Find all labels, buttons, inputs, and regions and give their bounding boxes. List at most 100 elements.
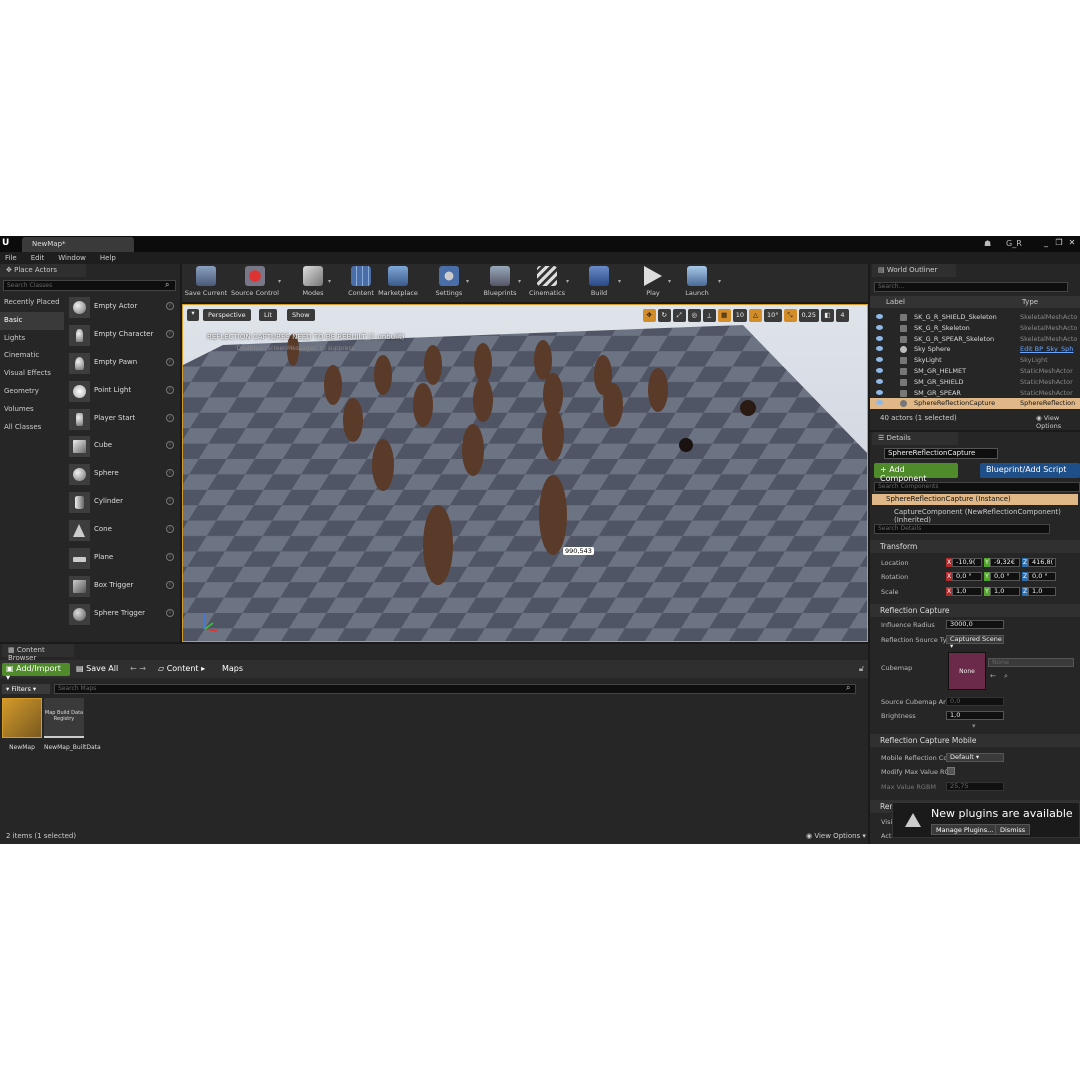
- actor-item-empty-actor[interactable]: Empty Actor i: [66, 294, 180, 322]
- rotation-snap-value[interactable]: 10°: [763, 309, 782, 322]
- add-import-button[interactable]: ▣ Add/Import ▾: [2, 663, 70, 682]
- location-z-field[interactable]: 416,8(: [1028, 558, 1056, 567]
- close-button[interactable]: ✕: [1066, 237, 1078, 249]
- scale-icon[interactable]: ⤢: [672, 309, 686, 322]
- influence-radius-field[interactable]: 3000,0: [946, 620, 1004, 629]
- reflection-capture-mobile-section-header[interactable]: Reflection Capture Mobile: [870, 734, 1080, 747]
- build-button[interactable]: Build: [586, 266, 612, 300]
- cubemap-dropdown[interactable]: None: [988, 658, 1074, 667]
- actor-item-point-light[interactable]: Point Light i: [66, 378, 180, 406]
- camera-speed-value[interactable]: 4: [836, 309, 849, 322]
- capture-component-row[interactable]: CaptureComponent (NewReflectionComponent…: [894, 508, 1080, 524]
- actor-item-empty-character[interactable]: Empty Character i: [66, 322, 180, 350]
- save-current-button[interactable]: Save Current: [184, 266, 228, 300]
- actor-name-field[interactable]: SphereReflectionCapture: [884, 448, 998, 459]
- rotation-z-field[interactable]: 0,0 °: [1028, 572, 1056, 581]
- add-component-button[interactable]: + Add Component: [874, 463, 958, 483]
- asset-newmap-builtdata[interactable]: Map Build Data Registry NewMap_BuiltData: [44, 698, 101, 762]
- rotate-icon[interactable]: ↻: [657, 309, 671, 322]
- category-cinematic[interactable]: Cinematic: [0, 347, 64, 365]
- info-icon[interactable]: i: [166, 441, 174, 450]
- level-viewport[interactable]: ▾ Perspective Lit Show REFLECTION CAPTUR…: [182, 304, 868, 642]
- play-button[interactable]: Play: [638, 266, 668, 300]
- actor-item-sphere[interactable]: Sphere i: [66, 461, 180, 489]
- visibility-eye-icon[interactable]: [876, 357, 883, 363]
- component-instance-row[interactable]: SphereReflectionCapture (Instance): [872, 494, 1078, 505]
- search-classes-input[interactable]: Search Classes: [3, 280, 176, 291]
- settings-dropdown-icon[interactable]: ▾: [466, 278, 469, 285]
- info-icon[interactable]: i: [166, 553, 174, 562]
- visibility-eye-icon[interactable]: [876, 367, 883, 373]
- blueprints-button[interactable]: Blueprints: [482, 266, 518, 300]
- source-cubemap-angle-field[interactable]: 0,0: [946, 697, 1004, 706]
- info-icon[interactable]: i: [166, 329, 174, 338]
- cinematics-dropdown-icon[interactable]: ▾: [566, 278, 569, 285]
- search-details-input[interactable]: Search Details: [874, 524, 1050, 534]
- info-icon[interactable]: i: [166, 608, 174, 617]
- lock-icon[interactable]: 🔓︎: [859, 664, 864, 674]
- grid-snap-icon[interactable]: ▦: [717, 309, 731, 322]
- content-button[interactable]: Content: [346, 266, 376, 300]
- reset-arrow-icon[interactable]: ←: [990, 672, 996, 680]
- menu-window[interactable]: Window: [58, 252, 86, 264]
- translate-icon[interactable]: ✥: [642, 309, 656, 322]
- save-all-button[interactable]: ▤ Save All: [76, 664, 118, 673]
- category-recently-placed[interactable]: Recently Placed: [0, 294, 64, 312]
- build-dropdown-icon[interactable]: ▾: [618, 278, 621, 285]
- actor-item-cone[interactable]: Cone i: [66, 517, 180, 545]
- camera-speed-icon[interactable]: ◧: [821, 309, 834, 322]
- edit-blueprint-link[interactable]: Edit BP_Sky_Sph: [1020, 345, 1073, 353]
- actor-item-player-start[interactable]: Player Start i: [66, 406, 180, 434]
- outliner-row[interactable]: SM_GR_SHIELD StaticMeshActor: [870, 377, 1080, 388]
- location-x-field[interactable]: -10,9(: [952, 558, 982, 567]
- outliner-row[interactable]: SK_G_R_SPEAR_Skeleton SkeletalMeshActo: [870, 334, 1080, 345]
- visibility-eye-icon[interactable]: [876, 400, 883, 406]
- scale-x-field[interactable]: 1,0: [952, 587, 982, 596]
- menu-file[interactable]: File: [5, 252, 17, 264]
- asset-newmap[interactable]: NewMap: [2, 698, 42, 762]
- column-label-header[interactable]: Label: [886, 298, 905, 306]
- category-all-classes[interactable]: All Classes: [0, 419, 64, 437]
- info-icon[interactable]: i: [166, 497, 174, 506]
- reflection-capture-section-header[interactable]: Reflection Capture: [870, 604, 1080, 617]
- actor-item-cylinder[interactable]: Cylinder i: [66, 489, 180, 517]
- category-volumes[interactable]: Volumes: [0, 401, 64, 419]
- category-basic[interactable]: Basic: [0, 311, 64, 330]
- transform-section-header[interactable]: Transform: [870, 540, 1080, 553]
- modes-dropdown-icon[interactable]: ▾: [328, 278, 331, 285]
- cubemap-thumbnail[interactable]: None: [948, 652, 986, 690]
- perspective-button[interactable]: Perspective: [203, 309, 251, 321]
- rotation-snap-icon[interactable]: △: [748, 309, 762, 322]
- content-browser-view-options[interactable]: ◉ View Options ▾: [806, 832, 866, 840]
- search-icon[interactable]: ⌕: [846, 683, 850, 693]
- modify-max-value-checkbox[interactable]: [947, 767, 955, 775]
- outliner-row[interactable]: SkyLight SkyLight: [870, 355, 1080, 366]
- outliner-row[interactable]: SM_GR_HELMET StaticMeshActor: [870, 366, 1080, 377]
- play-dropdown-icon[interactable]: ▾: [668, 278, 671, 285]
- actor-item-box-trigger[interactable]: Box Trigger i: [66, 573, 180, 601]
- maximize-button[interactable]: ❐: [1053, 237, 1065, 249]
- info-icon[interactable]: i: [166, 469, 174, 478]
- outliner-row[interactable]: SK_G_R_SHIELD_Skeleton SkeletalMeshActo: [870, 312, 1080, 323]
- outliner-row[interactable]: Sky Sphere Edit BP_Sky_Sph: [870, 344, 1080, 355]
- mobile-reflection-dropdown[interactable]: Default ▾: [946, 753, 1004, 762]
- blueprint-add-script-button[interactable]: Blueprint/Add Script: [980, 463, 1080, 478]
- scale-snap-icon[interactable]: ⤡: [783, 309, 797, 322]
- breadcrumb-maps[interactable]: Maps: [222, 664, 243, 673]
- source-control-dropdown-icon[interactable]: ▾: [278, 278, 281, 285]
- search-icon[interactable]: ⌕: [165, 280, 169, 290]
- visibility-eye-icon[interactable]: [876, 346, 883, 352]
- info-icon[interactable]: i: [166, 357, 174, 366]
- category-lights[interactable]: Lights: [0, 330, 64, 348]
- grid-snap-value[interactable]: 10: [732, 309, 747, 322]
- actor-item-empty-pawn[interactable]: Empty Pawn i: [66, 350, 180, 378]
- visibility-eye-icon[interactable]: [876, 335, 883, 341]
- source-control-button[interactable]: Source Control: [230, 266, 280, 300]
- rotation-y-field[interactable]: 0,0 °: [990, 572, 1020, 581]
- settings-button[interactable]: Settings: [432, 266, 466, 300]
- minimize-button[interactable]: _: [1040, 237, 1052, 249]
- rotation-x-field[interactable]: 0,0 °: [952, 572, 982, 581]
- modes-button[interactable]: Modes: [298, 266, 328, 300]
- visibility-eye-icon[interactable]: [876, 378, 883, 384]
- outliner-view-options[interactable]: ◉ View Options: [1036, 414, 1080, 430]
